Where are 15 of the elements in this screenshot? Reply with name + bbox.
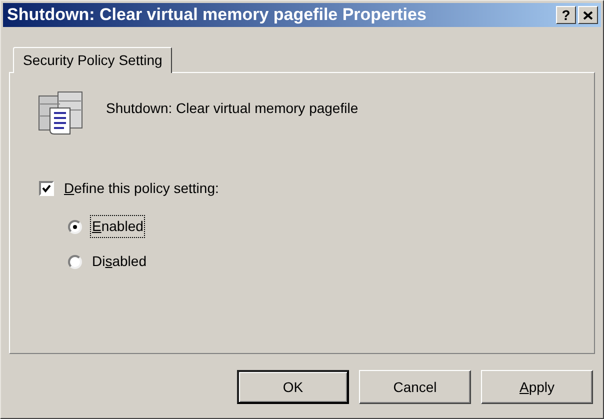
checkbox[interactable] [39, 181, 54, 196]
radio-label[interactable]: Disabled [91, 251, 148, 272]
radio-button[interactable] [68, 254, 82, 268]
dialog-button[interactable]: Cancel [359, 370, 471, 404]
window-title: Shutdown: Clear virtual memory pagefile Properties [7, 4, 426, 26]
help-button[interactable]: ? [556, 6, 576, 24]
close-icon [583, 10, 593, 20]
policy-name: Shutdown: Clear virtual memory pagefile [106, 98, 358, 118]
tab[interactable]: Security Policy Setting [13, 47, 172, 73]
dialog-button[interactable]: OK [237, 370, 349, 404]
dialog-button[interactable]: Apply [481, 370, 593, 404]
close-button[interactable] [578, 6, 598, 24]
checkbox-label[interactable]: Define this policy setting: [64, 178, 219, 199]
radio-label[interactable]: Enabled [91, 216, 144, 237]
radio-button[interactable] [68, 220, 82, 234]
